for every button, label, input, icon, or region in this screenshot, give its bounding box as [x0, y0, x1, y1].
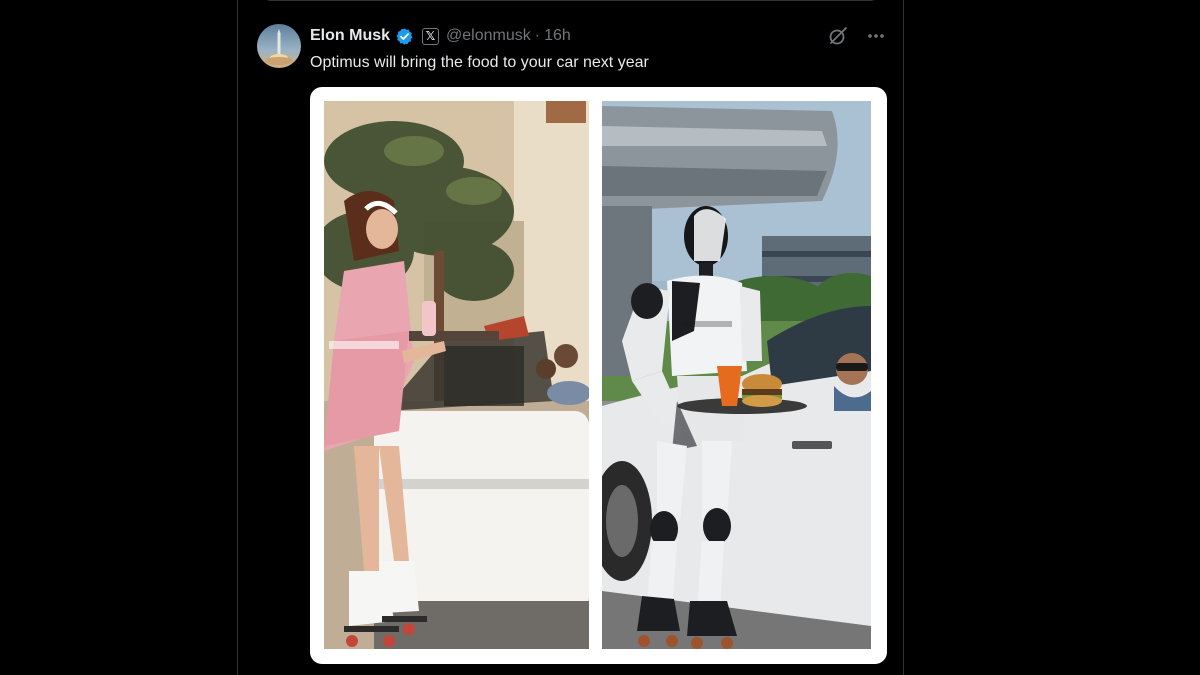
timeline-column: Elon Musk 𝕏 @elonmusk · 16h Optimus will… [237, 0, 904, 675]
optimus-robot-carhop-photo [602, 101, 871, 649]
post-actions [827, 25, 887, 47]
grok-icon[interactable] [827, 25, 849, 47]
author-display-name[interactable]: Elon Musk [310, 27, 390, 45]
avatar[interactable] [257, 24, 301, 68]
post-timestamp[interactable]: 16h [544, 27, 571, 45]
post-text: Optimus will bring the food to your car … [310, 54, 649, 71]
x-affiliation-badge-icon[interactable]: 𝕏 [422, 27, 440, 45]
page: Elon Musk 𝕏 @elonmusk · 16h Optimus will… [0, 0, 1200, 675]
waitress-carhop-photo [324, 101, 589, 649]
more-dots-icon[interactable] [865, 25, 887, 47]
verified-badge-icon[interactable] [395, 27, 414, 46]
post-media[interactable] [310, 87, 887, 664]
post-header: Elon Musk 𝕏 @elonmusk · 16h [310, 25, 571, 47]
author-handle[interactable]: @elonmusk [446, 27, 531, 45]
header-separator: · [534, 27, 541, 44]
post[interactable]: Elon Musk 𝕏 @elonmusk · 16h Optimus will… [238, 0, 905, 675]
